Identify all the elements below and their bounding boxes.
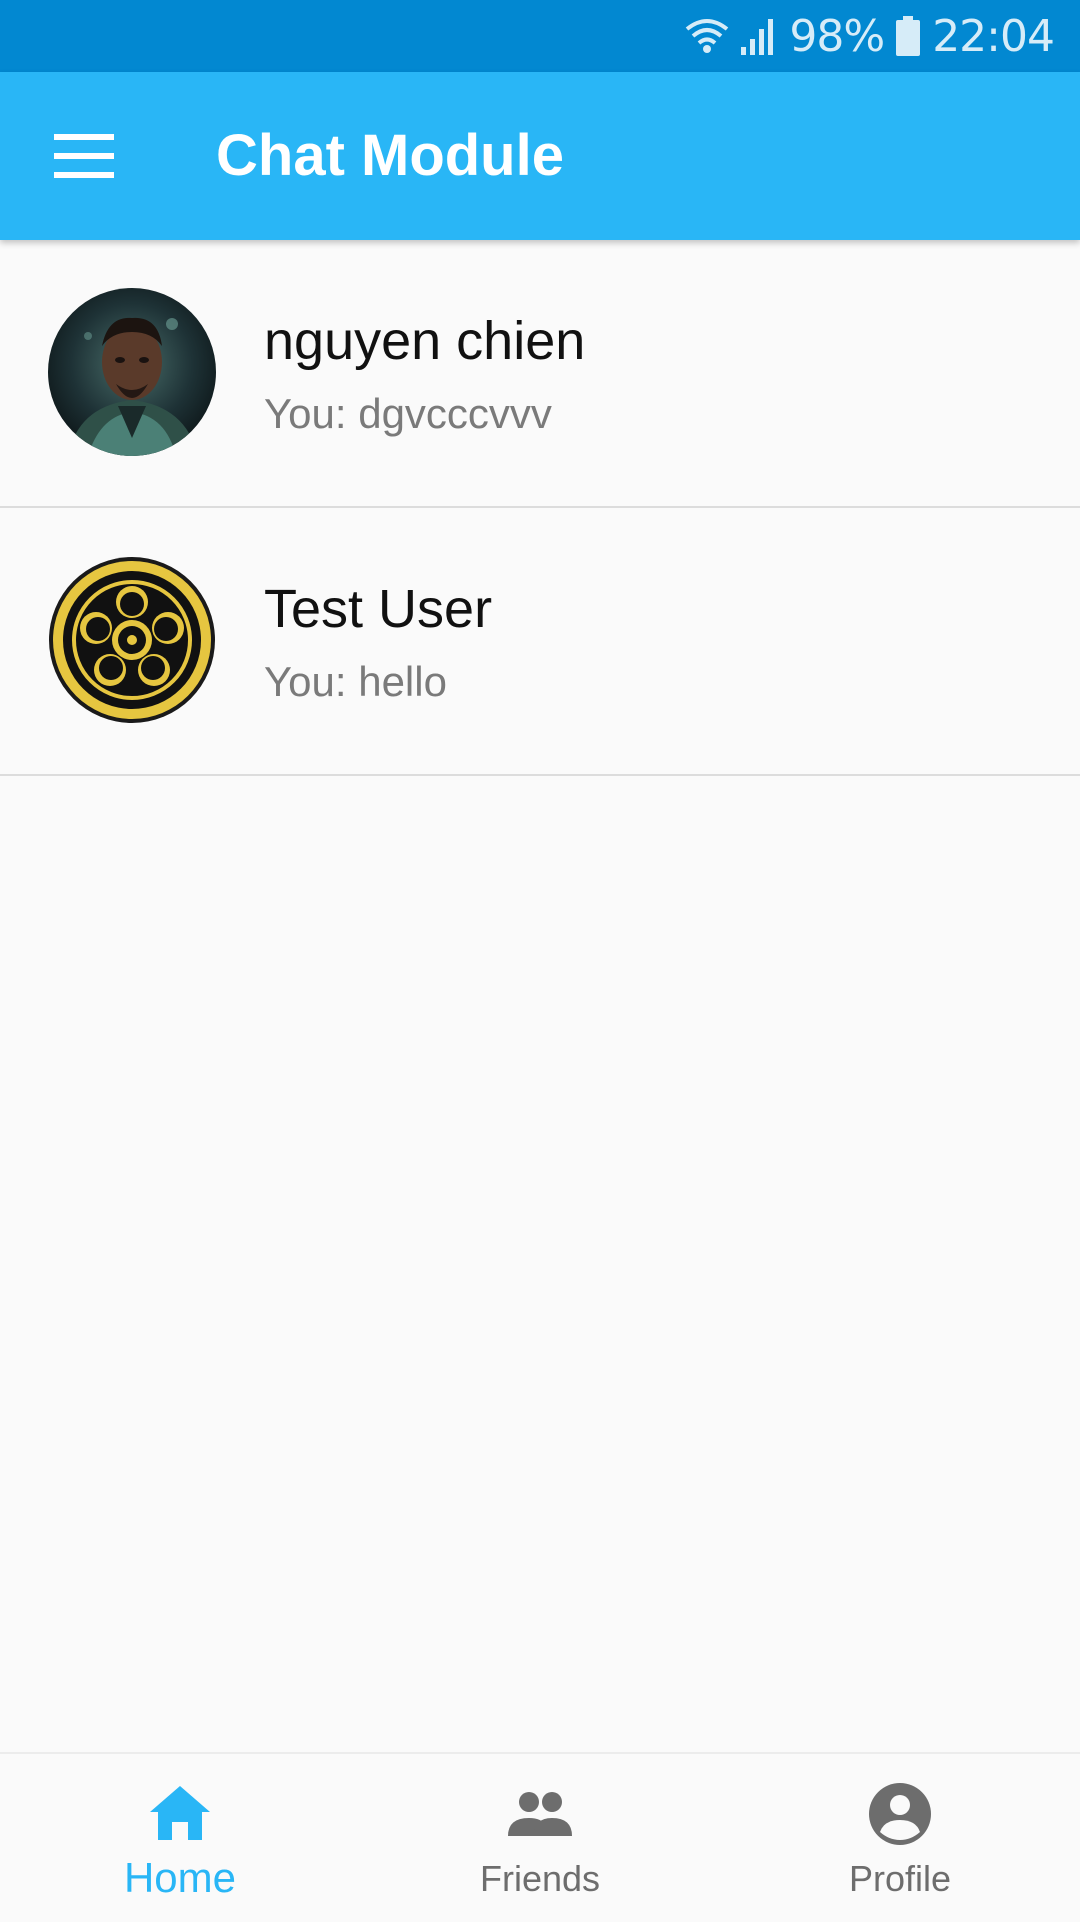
- signal-icon: [741, 17, 777, 55]
- status-bar: 98% 22:04: [0, 0, 1080, 72]
- chat-name: nguyen chien: [264, 311, 586, 371]
- status-icons: 98% 22:04: [685, 0, 1055, 72]
- menu-icon[interactable]: [54, 134, 114, 178]
- chat-list-item[interactable]: Test User You: hello: [0, 508, 1080, 776]
- bottom-navigation: Home Friends Profile: [0, 1752, 1080, 1922]
- nav-label-friends: Friends: [479, 1858, 601, 1899]
- chat-preview: You: hello: [264, 658, 447, 705]
- page-title: Chat Module: [216, 123, 564, 188]
- battery-icon: [896, 16, 921, 56]
- chat-list: nguyen chien You: dgvcccvvv Test User Yo…: [0, 240, 1080, 776]
- chat-preview: You: dgvcccvvv: [264, 390, 552, 437]
- friends-icon: [506, 1780, 574, 1848]
- nav-item-friends[interactable]: Friends: [360, 1754, 720, 1922]
- nav-item-home[interactable]: Home: [0, 1754, 360, 1922]
- nav-label-home: Home: [123, 1854, 237, 1901]
- avatar: [48, 288, 216, 456]
- profile-icon: [866, 1780, 934, 1848]
- battery-percentage: 98%: [789, 10, 885, 62]
- chat-list-item[interactable]: nguyen chien You: dgvcccvvv: [0, 240, 1080, 508]
- chat-name: Test User: [264, 579, 493, 639]
- wifi-icon: [685, 17, 729, 55]
- clock: 22:04: [932, 10, 1055, 62]
- nav-label-profile: Profile: [848, 1858, 952, 1899]
- nav-item-profile[interactable]: Profile: [720, 1754, 1080, 1922]
- home-icon: [146, 1780, 214, 1848]
- avatar: [48, 556, 216, 724]
- app-bar: Chat Module: [0, 72, 1080, 240]
